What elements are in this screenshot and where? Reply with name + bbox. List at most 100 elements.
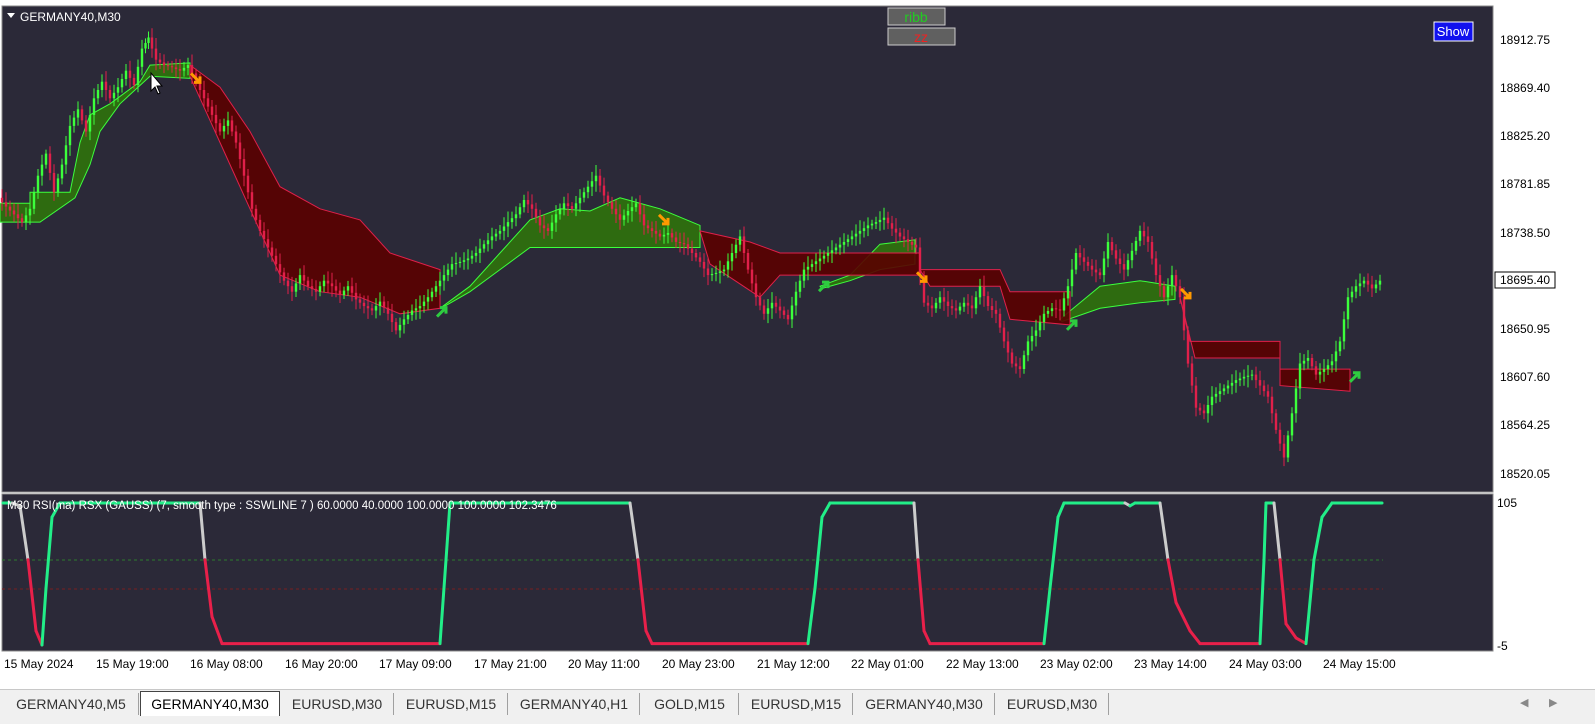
candle-body: [226, 120, 230, 126]
candle-body: [1230, 382, 1234, 386]
tab-eurusd-m30[interactable]: EURUSD,M30: [281, 693, 394, 715]
candle-body: [254, 208, 258, 220]
candle-body: [24, 215, 28, 222]
candle-body: [774, 302, 778, 307]
candle-body: [390, 313, 394, 323]
candle-body: [1194, 385, 1198, 408]
candle-body: [72, 117, 76, 126]
tab-germany40-h1[interactable]: GERMANY40,H1: [509, 693, 640, 715]
candle-body: [766, 308, 770, 314]
candle-body: [182, 67, 186, 71]
candle-body: [362, 302, 366, 307]
candle-body: [974, 297, 978, 309]
candle-body: [1178, 286, 1182, 298]
show-button[interactable]: Show: [1433, 21, 1474, 42]
candle-body: [718, 271, 722, 273]
candle-body: [638, 203, 642, 215]
tab-germany40-m5[interactable]: GERMANY40,M5: [4, 693, 139, 715]
candle-body: [306, 280, 310, 287]
indicator-title: M30 RSI(ma) RSX (GAUSS) (7, smooth type …: [7, 500, 557, 512]
candle-body: [530, 204, 534, 209]
candle-body: [426, 297, 430, 302]
candle-body: [1150, 242, 1154, 259]
candle-body: [598, 175, 602, 186]
candle-body: [314, 288, 318, 292]
tab-germany40-m30-active[interactable]: GERMANY40,M30: [140, 691, 280, 716]
candle-body: [1122, 264, 1126, 270]
candle-body: [1006, 341, 1010, 353]
candle-body: [302, 275, 306, 281]
time-label: 23 May 14:00: [1134, 657, 1207, 671]
candle-body: [318, 286, 322, 292]
candle-body: [326, 280, 330, 284]
tab-eurusd-m30[interactable]: EURUSD,M30: [996, 693, 1109, 715]
candle-body: [190, 65, 194, 74]
candle-body: [998, 313, 1002, 328]
show-button-label: Show: [1437, 24, 1470, 39]
price-label: 18912.75: [1500, 33, 1550, 47]
ribb-button[interactable]: ribb: [887, 7, 946, 26]
candle-body: [654, 230, 658, 234]
candle-body: [658, 233, 662, 237]
candle-body: [1306, 358, 1310, 361]
candle-body: [850, 236, 854, 240]
candle-body: [1242, 376, 1246, 379]
candle-body: [1002, 327, 1006, 342]
candle-body: [1266, 391, 1270, 397]
candle-body: [20, 218, 24, 223]
candle-body: [96, 90, 100, 99]
candle-body: [1074, 253, 1078, 270]
candle-body: [234, 131, 238, 143]
candle-body: [1038, 322, 1042, 331]
time-label: 22 May 13:00: [946, 657, 1019, 671]
candle-body: [1222, 388, 1226, 392]
candle-body: [398, 324, 402, 331]
tab-scroll-left-icon[interactable]: ◀: [1520, 696, 1528, 709]
candle-body: [914, 244, 918, 248]
indicator-panel[interactable]: [1, 493, 1494, 652]
candle-body: [642, 214, 646, 226]
candle-body: [614, 208, 618, 215]
candle-body: [1062, 298, 1066, 311]
tab-eurusd-m15[interactable]: EURUSD,M15: [395, 693, 508, 715]
candle-body: [290, 286, 294, 292]
candle-body: [486, 240, 490, 245]
candle-body: [52, 172, 56, 193]
candle-body: [116, 87, 120, 93]
candle-body: [374, 306, 378, 311]
candle-body: [1154, 258, 1158, 276]
candle-body: [802, 269, 806, 281]
candle-body: [1078, 253, 1082, 258]
candle-body: [762, 305, 766, 314]
candle-body: [158, 59, 162, 63]
candle-body: [1022, 355, 1026, 369]
candle-body: [822, 255, 826, 259]
candle-body: [310, 286, 314, 289]
candle-body: [294, 283, 298, 292]
zz-button[interactable]: zz: [887, 27, 956, 46]
candle-body: [730, 253, 734, 262]
tab-scroll-right-icon[interactable]: ▶: [1549, 696, 1557, 709]
candle-body: [650, 228, 654, 231]
candle-body: [562, 203, 566, 209]
candle-body: [1254, 374, 1258, 381]
candle-body: [1054, 308, 1058, 310]
chart-svg: GERMANY40,M30 ribb zz Show M30 RSI(ma) R…: [0, 5, 1595, 671]
candle-body: [8, 206, 12, 211]
time-label: 20 May 23:00: [662, 657, 735, 671]
tab-germany40-m30[interactable]: GERMANY40,M30: [854, 693, 995, 715]
candle-body: [28, 208, 32, 216]
candle-body: [1274, 413, 1278, 430]
candle-body: [666, 233, 670, 235]
tab-eurusd-m15[interactable]: EURUSD,M15: [740, 693, 853, 715]
tab-gold-m15[interactable]: GOLD,M15: [641, 693, 739, 715]
candle-body: [902, 236, 906, 240]
candle-body: [606, 195, 610, 203]
candle-body: [886, 217, 890, 224]
candle-body: [162, 62, 166, 66]
candle-body: [946, 301, 950, 306]
candle-body: [534, 208, 538, 218]
candle-body: [742, 236, 746, 253]
candle-body: [218, 123, 222, 132]
candle-body: [1282, 443, 1286, 458]
